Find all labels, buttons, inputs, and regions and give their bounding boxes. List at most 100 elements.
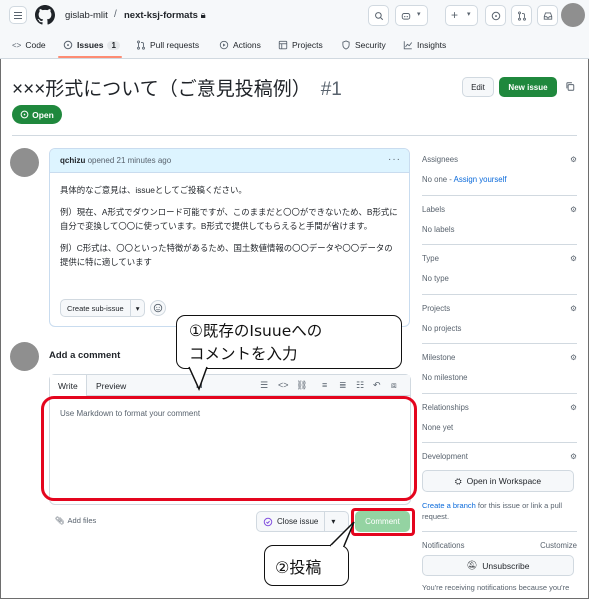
comment-paragraph: 具体的なご意見は、issueとしてご投稿ください。 (60, 185, 247, 195)
gear-icon[interactable]: ⚙ (570, 452, 577, 461)
repo-name-link[interactable]: next-ksj-formats 🔒︎ (124, 10, 206, 21)
github-logo-icon[interactable] (35, 5, 55, 25)
new-issue-button[interactable]: New issue (499, 77, 557, 97)
table-icon (278, 40, 288, 50)
sidebar-labels: Labels ⚙ No labels (422, 205, 577, 234)
assign-yourself-link[interactable]: Assign yourself (454, 175, 507, 184)
gear-icon[interactable]: ⚙ (570, 403, 577, 412)
sidebar-divider (422, 244, 577, 245)
create-branch-link[interactable]: Create a branch (422, 501, 476, 510)
copy-icon[interactable] (565, 81, 575, 92)
tab-security[interactable]: Security (341, 40, 386, 50)
repo-owner-link[interactable]: gislab-mlit (65, 10, 108, 21)
chevron-down-icon: ▾ (417, 11, 421, 18)
shield-icon (342, 40, 350, 50)
graph-icon (403, 41, 413, 50)
workspace-icon: ⛭ (454, 475, 462, 486)
gear-icon[interactable]: ⚙ (570, 353, 577, 362)
copilot-button[interactable]: ▾ (395, 5, 428, 26)
tab-issues[interactable]: Issues 1 (63, 40, 120, 50)
code-icon: <> (12, 40, 22, 50)
chevron-down-icon: ▾ (467, 11, 471, 18)
list-icon[interactable]: ☰ (260, 380, 268, 391)
sidebar-notifications: Notifications Customize (422, 541, 577, 550)
callout-pointer (188, 365, 208, 391)
add-files-button[interactable]: 📎︎ Add files (55, 516, 96, 525)
gear-icon[interactable]: ⚙ (570, 254, 577, 263)
top-bar: gislab-mlit / next-ksj-formats 🔒︎ ▾ + ▾ (0, 0, 589, 33)
editor-highlight (41, 396, 417, 501)
tab-pull-requests[interactable]: Pull requests (136, 40, 199, 50)
search-button[interactable] (368, 5, 389, 26)
user-avatar[interactable] (561, 3, 585, 27)
paperclip-icon: 📎︎ (55, 516, 65, 525)
editor-toolbar: Write Preview H ☰ <> ⛓ ≡ ≣ ☷ ↶ ⧈ (50, 375, 410, 397)
menu-icon[interactable] (9, 6, 27, 24)
customize-link[interactable]: Customize (540, 541, 577, 550)
callout-post: ②投稿 (264, 521, 355, 586)
header-divider (12, 135, 577, 136)
comment-paragraph: 例）現在、A形式でダウンロード可能ですが、このままだと〇〇ができないため、B形式… (60, 207, 398, 231)
callout-enter-comment: ①既存のIsuueへの コメントを入力 (176, 315, 402, 391)
current-user-avatar (10, 342, 39, 371)
comment-header: qchizu opened 21 minutes ago ··· (50, 149, 409, 173)
sidebar-divider (422, 195, 577, 196)
gear-icon[interactable]: ⚙ (570, 304, 577, 313)
fullscreen-icon[interactable]: ⧈ (391, 380, 397, 391)
kebab-menu-icon[interactable]: ··· (388, 154, 401, 165)
play-icon (219, 40, 229, 50)
link-icon[interactable]: ⛓ (296, 380, 307, 391)
issue-comment: qchizu opened 21 minutes ago ··· 具体的なご意見… (49, 148, 410, 327)
comment-timestamp: opened 21 minutes ago (87, 156, 172, 165)
edit-button[interactable]: Edit (462, 77, 494, 97)
lock-icon: 🔒︎ (200, 10, 206, 21)
sidebar-assignees: Assignees ⚙ No one - Assign yourself (422, 155, 577, 184)
notification-note: You're receiving notifications because y… (422, 583, 570, 592)
code-icon[interactable]: <> (278, 380, 289, 390)
sidebar-divider (422, 294, 577, 295)
reply-icon[interactable]: ↶ (373, 380, 381, 391)
tab-insights[interactable]: Insights (403, 40, 446, 50)
callout-pointer (329, 521, 355, 548)
issue-title: ×××形式について（ご意見投稿例） #1 (12, 79, 342, 100)
open-in-workspace-button[interactable]: ⛭ Open in Workspace (422, 470, 574, 492)
sidebar-divider (422, 531, 577, 532)
bell-slash-icon: 🔕︎ (466, 560, 478, 570)
repo-tabs: <> Code Issues 1 Pull requests Actions Pr… (0, 33, 589, 59)
sidebar-type: Type ⚙ No type (422, 254, 577, 283)
pull-requests-button[interactable] (511, 5, 532, 26)
tab-preview[interactable]: Preview (88, 375, 134, 396)
add-reaction-button[interactable] (150, 300, 166, 316)
bulleted-list-icon[interactable]: ≡ (322, 380, 327, 390)
comment-author-avatar[interactable] (10, 148, 39, 177)
numbered-list-icon[interactable]: ≣ (339, 380, 347, 391)
sidebar-development: Development ⚙ (422, 452, 577, 461)
comment-paragraph: 例）C形式は、〇〇といった特徴があるため、国土数値情報の〇〇データや〇〇データの… (60, 243, 393, 267)
tab-projects[interactable]: Projects (278, 40, 323, 50)
gear-icon[interactable]: ⚙ (570, 155, 577, 164)
create-new-button[interactable]: + ▾ (445, 5, 478, 26)
task-list-icon[interactable]: ☷ (356, 380, 364, 391)
chevron-down-icon[interactable]: ▾ (131, 304, 145, 313)
search-icon (375, 12, 384, 21)
gear-icon[interactable]: ⚙ (570, 205, 577, 214)
sidebar-relationships: Relationships ⚙ None yet (422, 403, 577, 432)
sidebar-divider (422, 393, 577, 394)
issue-number: #1 (320, 79, 342, 100)
issues-button[interactable] (485, 5, 506, 26)
issue-opened-icon (20, 110, 29, 119)
inbox-button[interactable] (537, 5, 558, 26)
issue-opened-icon (63, 40, 73, 50)
copilot-icon (401, 13, 411, 20)
sidebar-divider (422, 343, 577, 344)
tab-actions[interactable]: Actions (219, 40, 261, 50)
unsubscribe-button[interactable]: 🔕︎ Unsubscribe (422, 555, 574, 576)
comment-author[interactable]: qchizu (60, 156, 85, 165)
tab-write[interactable]: Write (50, 375, 87, 397)
development-note: Create a branch for this issue or link a… (422, 501, 563, 521)
create-sub-issue-button[interactable]: Create sub-issue ▾ (60, 299, 146, 317)
pull-request-icon (518, 11, 526, 21)
tab-code[interactable]: <> Code (12, 40, 46, 50)
comment-body: 具体的なご意見は、issueとしてご投稿ください。 例）現在、A形式でダウンロー… (50, 173, 409, 269)
sidebar-divider (422, 442, 577, 443)
